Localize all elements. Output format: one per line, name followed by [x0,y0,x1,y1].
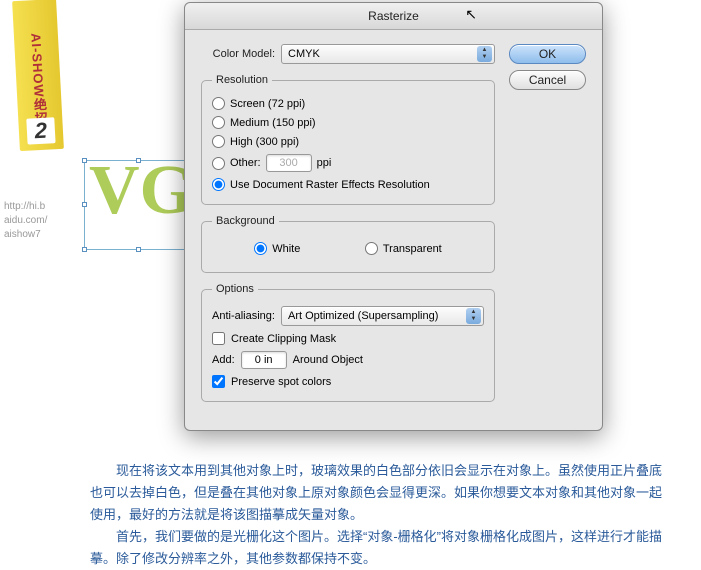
ppi-label: ppi [317,157,332,169]
clipping-mask-label: Create Clipping Mask [231,333,336,345]
ok-button[interactable]: OK [509,44,586,64]
selection-handle[interactable] [82,202,87,207]
resolution-other-label: Other: [230,157,261,169]
resolution-other-input[interactable] [266,154,312,172]
anti-aliasing-dropdown[interactable]: Art Optimized (Supersampling) ▲▼ [281,306,484,326]
sidebar-tag-text: AI-SHOW绝招 [26,32,50,126]
resolution-document-radio[interactable] [212,178,225,191]
color-model-dropdown[interactable]: CMYK ▲▼ [281,44,495,64]
options-legend: Options [212,283,258,295]
url-caption: http://hi.b aidu.com/ aishow7 [4,200,47,242]
options-fieldset: Options Anti-aliasing: Art Optimized (Su… [201,283,495,402]
resolution-screen-label: Screen (72 ppi) [230,98,305,110]
resolution-fieldset: Resolution Screen (72 ppi) Medium (150 p… [201,74,495,205]
selection-handle[interactable] [82,247,87,252]
resolution-other-radio[interactable] [212,157,225,170]
add-label: Add: [212,354,235,366]
resolution-high-radio[interactable] [212,135,225,148]
resolution-screen-radio[interactable] [212,97,225,110]
resolution-document-label: Use Document Raster Effects Resolution [230,179,430,191]
dialog-title: Rasterize ↖ [185,3,602,30]
background-white-radio[interactable] [254,242,267,255]
background-white-label: White [272,243,300,255]
color-model-label: Color Model: [201,48,275,60]
anti-aliasing-label: Anti-aliasing: [212,310,275,322]
para-2: 首先，我们要做的是光栅化这个图片。选择“对象-栅格化”将对象栅格化成图片，这样进… [90,526,671,570]
background-transparent-radio[interactable] [365,242,378,255]
background-transparent-label: Transparent [383,243,442,255]
resolution-high-label: High (300 ppi) [230,136,299,148]
selection-handle[interactable] [136,158,141,163]
preserve-spot-checkbox[interactable] [212,375,225,388]
resolution-medium-radio[interactable] [212,116,225,129]
sidebar-tag: AI-SHOW绝招 2 [12,0,64,151]
resolution-legend: Resolution [212,74,272,86]
dropdown-arrows-icon: ▲▼ [477,46,492,62]
selected-artwork[interactable]: VG [84,160,194,250]
anti-aliasing-value: Art Optimized (Supersampling) [288,310,438,322]
selection-handle[interactable] [136,247,141,252]
cursor-icon: ↖ [465,6,477,23]
background-legend: Background [212,215,279,227]
resolution-medium-label: Medium (150 ppi) [230,117,316,129]
selection-handle[interactable] [82,158,87,163]
background-fieldset: Background White Transparent [201,215,495,273]
color-model-value: CMYK [288,48,320,60]
cancel-button[interactable]: Cancel [509,70,586,90]
sidebar-number: 2 [26,117,55,144]
description-text: 现在将该文本用到其他对象上时，玻璃效果的白色部分依旧会显示在对象上。虽然使用正片… [90,460,671,570]
preserve-spot-label: Preserve spot colors [231,376,331,388]
artwork-content: VG [85,161,193,221]
para-1: 现在将该文本用到其他对象上时，玻璃效果的白色部分依旧会显示在对象上。虽然使用正片… [90,460,671,526]
dropdown-arrows-icon: ▲▼ [466,308,481,324]
around-label: Around Object [293,354,363,366]
rasterize-dialog: Rasterize ↖ Color Model: CMYK ▲▼ Resolut… [184,2,603,431]
add-input[interactable] [241,351,287,369]
clipping-mask-checkbox[interactable] [212,332,225,345]
